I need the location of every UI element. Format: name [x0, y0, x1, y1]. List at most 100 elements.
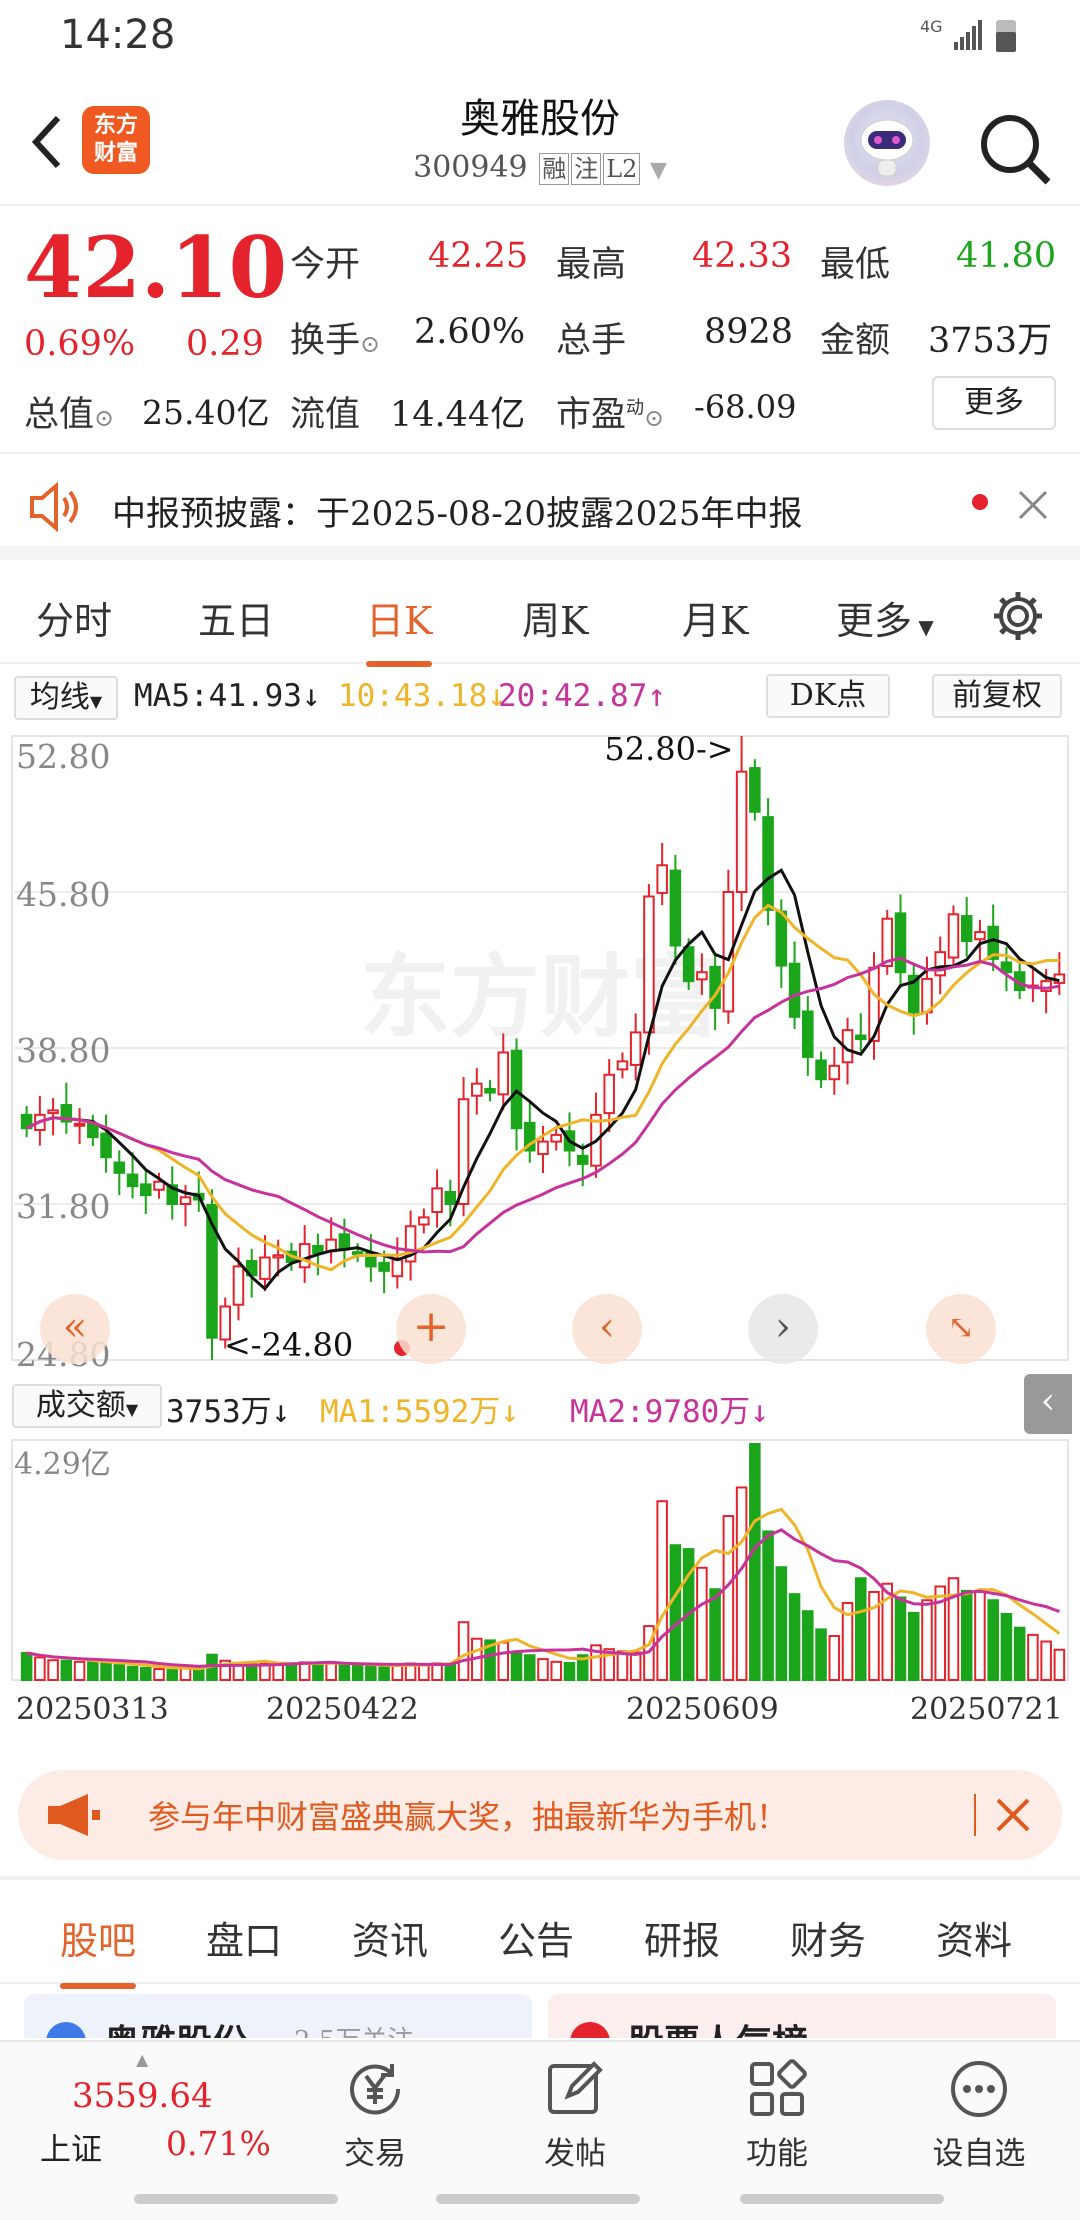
candle-body [749, 767, 761, 813]
volume-bar [974, 1590, 986, 1681]
mktcap-value: 25.40亿 [142, 393, 270, 432]
dropdown-caret-icon[interactable]: ▼ [650, 158, 667, 183]
candle-body [272, 1254, 284, 1259]
candle-body [431, 1187, 443, 1214]
side-panel-toggle[interactable]: ‹ [1024, 1374, 1072, 1434]
tab-news[interactable]: 资讯 [352, 1910, 428, 1965]
volume-chart[interactable]: 4.29亿 [0, 1436, 1080, 1686]
assistant-robot-icon[interactable] [844, 100, 930, 186]
vol-ma2: MA2:9780万↓ [570, 1394, 769, 1430]
volume-bar [73, 1660, 86, 1682]
volume-bar [762, 1530, 774, 1681]
candle-body [828, 1064, 841, 1081]
promo-banner[interactable]: 参与年中财富盛典赢大奖，抽最新华为手机！ [18, 1770, 1062, 1860]
candle-body [815, 1059, 827, 1081]
prev-button[interactable]: ‹ [572, 1294, 642, 1364]
candle-body [603, 1073, 615, 1115]
close-icon[interactable] [994, 1796, 1032, 1834]
volume-bar [907, 1611, 920, 1682]
tab-monthly-k[interactable]: 月K [682, 590, 748, 645]
status-bar: 14:28 4G [0, 0, 1080, 72]
volume-bar [365, 1665, 377, 1681]
low-annotation: <-24.80 [224, 1326, 353, 1364]
watermark: 东方财富 [360, 945, 720, 1050]
turnover-value: 2.60% [414, 312, 526, 352]
candle-body [775, 910, 788, 967]
candle-body [960, 915, 973, 943]
tab-profile[interactable]: 资料 [936, 1910, 1012, 1965]
candle-body [669, 869, 682, 947]
candle-body [643, 895, 655, 1034]
gear-icon[interactable] [990, 588, 1046, 644]
more-quote-button[interactable]: 更多 [932, 376, 1056, 430]
nav-post[interactable]: 发帖 [500, 2056, 650, 2173]
notice-bar[interactable]: 中报预披露：于2025-08-20披露2025年中报 [0, 456, 1080, 560]
candle-body [921, 977, 933, 1014]
tab-intraday[interactable]: 分时 [36, 590, 112, 645]
next-button[interactable]: › [748, 1294, 818, 1364]
tab-research[interactable]: 研报 [644, 1910, 720, 1965]
nav-trade[interactable]: 交易 [300, 2056, 450, 2173]
candle-body [682, 946, 695, 983]
chevron-down-icon: ▼ [912, 615, 934, 639]
candle-body [537, 1140, 549, 1156]
volume-bar [855, 1577, 867, 1681]
tab-announcements[interactable]: 公告 [498, 1910, 574, 1965]
tab-forum[interactable]: 股吧 [60, 1910, 137, 1989]
rewind-button[interactable]: « [40, 1294, 110, 1364]
tab-weekly-k[interactable]: 周K [522, 590, 588, 645]
attention-tag: 注 [571, 153, 602, 185]
open-value: 42.25 [428, 236, 529, 276]
fullscreen-button[interactable]: ⤡ [926, 1294, 996, 1364]
ma-indicator-bar: 均线▼ MA5:41.93↓ 10:43.18↓ 20:42.87↑ DK点 前… [0, 666, 1080, 728]
candle-body [974, 931, 986, 941]
volume-bar [815, 1628, 827, 1682]
volume-bar [1000, 1612, 1013, 1681]
volume-bar [802, 1610, 814, 1681]
content-tabs: 股吧 盘口 资讯 公告 研报 财务 资料 [0, 1880, 1080, 1989]
volume-bar [1053, 1648, 1066, 1682]
volume-bar [192, 1667, 205, 1681]
stock-forum-card[interactable]: 奥雅股份 2.5万关注 [24, 1994, 532, 2038]
adjust-button[interactable]: 前复权 [932, 674, 1062, 718]
tab-finance[interactable]: 财务 [790, 1910, 866, 1965]
tab-five-day[interactable]: 五日 [198, 590, 274, 645]
candle-body [484, 1088, 496, 1094]
popularity-card[interactable]: 股票人气榜 [548, 1994, 1056, 2038]
kline-chart[interactable]: 52.8045.8038.8031.8024.80东方财富52.80-><-24… [0, 728, 1080, 1434]
tab-daily-k[interactable]: 日K [366, 590, 433, 667]
volume-bar [1013, 1626, 1026, 1681]
nav-functions[interactable]: 功能 [702, 2056, 852, 2173]
nav-functions-label: 功能 [746, 2136, 808, 2172]
candle-body [100, 1132, 112, 1159]
ma20-value: 20:42.87↑ [498, 678, 666, 714]
candle-body [894, 912, 907, 974]
nav-watchlist[interactable]: 设自选 [904, 2056, 1054, 2173]
index-widget[interactable]: ▲ 3559.64 上证 0.71% [30, 2050, 271, 2170]
info-icon: ⊙ [94, 404, 115, 432]
candle-body [497, 1051, 510, 1096]
search-icon[interactable] [974, 108, 1054, 188]
volume-bar [87, 1661, 99, 1681]
volume-bar [312, 1662, 324, 1682]
volume-bar [457, 1621, 470, 1681]
dk-point-button[interactable]: DK点 [766, 674, 890, 718]
pe-label: 市盈动⊙ [556, 395, 665, 435]
candle-body [881, 917, 894, 967]
tab-more[interactable]: 更多 ▼ [836, 590, 934, 645]
volume-indicator-bar: 成交额▼ 3753万↓ MA1:5592万↓ MA2:9780万↓ [0, 1374, 1080, 1440]
l2-tag: L2 [603, 153, 641, 185]
low-value: 41.80 [956, 236, 1057, 276]
zoom-in-button[interactable]: + [396, 1294, 466, 1364]
date-label: 20250609 [626, 1692, 779, 1727]
ma-selector[interactable]: 均线▼ [14, 676, 118, 720]
candle-body [73, 1122, 86, 1127]
close-icon[interactable] [1016, 488, 1050, 522]
bottom-nav: ▲ 3559.64 上证 0.71% 交易 发帖 功能 设自选 [0, 2040, 1080, 2220]
mktcap-label: 总值⊙ [24, 395, 115, 435]
volume-bar [351, 1664, 364, 1681]
tab-orderbook[interactable]: 盘口 [206, 1910, 282, 1965]
stock-code: 300949 [413, 150, 528, 185]
float-value: 14.44亿 [390, 395, 526, 435]
volume-selector[interactable]: 成交额▼ [12, 1384, 162, 1428]
